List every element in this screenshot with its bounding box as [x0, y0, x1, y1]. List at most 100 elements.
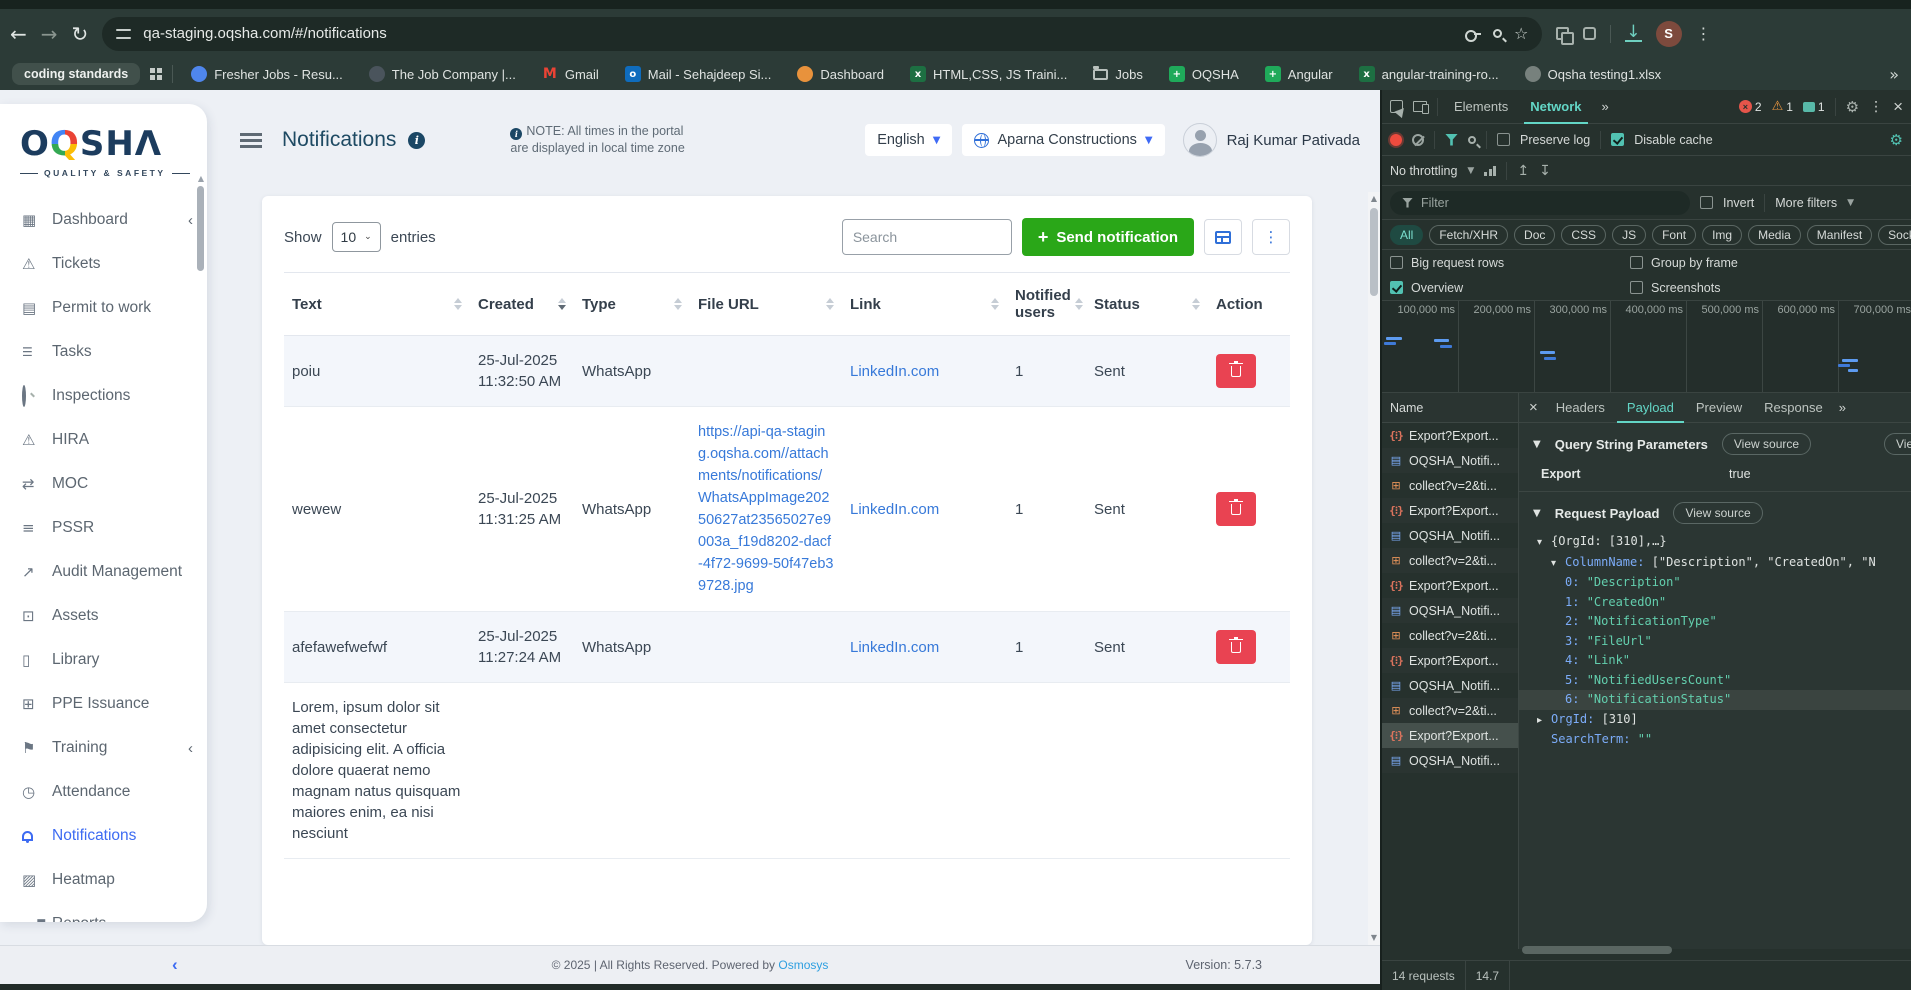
downloads-icon[interactable]: ↓ — [1625, 25, 1641, 42]
scroll-up-icon[interactable]: ▲ — [197, 174, 205, 183]
sidebar-item-permit-to-work[interactable]: ▤Permit to work — [0, 286, 207, 330]
invert-checkbox[interactable] — [1700, 196, 1713, 209]
record-icon[interactable] — [1390, 134, 1402, 146]
request-row[interactable]: ▤OQSHA_Notifi... — [1382, 598, 1518, 623]
throttling-select[interactable]: No throttling — [1390, 164, 1457, 178]
request-row[interactable]: {⁝}Export?Export... — [1382, 573, 1518, 598]
clear-icon[interactable] — [1412, 134, 1424, 146]
column-header-status[interactable]: Status — [1086, 273, 1208, 336]
expander-icon[interactable]: ▾ — [1537, 533, 1551, 553]
tree-line[interactable]: 0: "Description" — [1519, 573, 1911, 593]
settings-gear-icon[interactable]: ⚙ — [1846, 98, 1859, 116]
delete-button[interactable] — [1216, 492, 1256, 526]
group-by-frame-checkbox[interactable] — [1630, 256, 1643, 269]
issues-badge[interactable]: 1 — [1803, 100, 1825, 114]
tab-preview[interactable]: Preview — [1686, 393, 1752, 423]
request-row[interactable]: {⁝}Export?Export... — [1382, 498, 1518, 523]
view-url-encoded-button[interactable]: View URL-encoded — [1884, 433, 1911, 455]
filter-chip-socket[interactable]: Socket — [1878, 225, 1911, 245]
delete-button[interactable] — [1216, 630, 1256, 664]
sidebar-item-pssr[interactable]: ≡PSSR — [0, 506, 207, 550]
row-link[interactable]: LinkedIn.com — [850, 639, 939, 656]
more-filters-dropdown[interactable]: More filters — [1775, 196, 1837, 210]
preserve-log-checkbox[interactable] — [1497, 133, 1510, 146]
triangle-down-icon[interactable]: ▼ — [1533, 508, 1541, 519]
filter-chip-font[interactable]: Font — [1652, 225, 1696, 245]
filter-chip-css[interactable]: CSS — [1561, 225, 1606, 245]
column-visibility-button[interactable] — [1204, 219, 1242, 255]
page-scrollbar[interactable]: ▲ ▼ — [1368, 192, 1380, 945]
more-tabs-icon[interactable]: » — [1835, 400, 1850, 415]
close-devtools-icon[interactable]: × — [1893, 97, 1903, 117]
scrollbar-thumb[interactable] — [197, 186, 204, 271]
request-row[interactable]: ▤OQSHA_Notifi... — [1382, 748, 1518, 773]
bookmark-item[interactable]: Oqsha testing1.xlsx — [1517, 66, 1669, 82]
sidebar-item-training[interactable]: ⚑Training‹ — [0, 726, 207, 770]
tree-line[interactable]: 4: "Link" — [1519, 651, 1911, 671]
name-column-header[interactable]: Name — [1382, 393, 1518, 423]
disable-cache-checkbox[interactable] — [1611, 133, 1624, 146]
expander-icon[interactable]: ▸ — [1537, 711, 1551, 731]
sidebar-item-heatmap[interactable]: ▨Heatmap — [0, 858, 207, 902]
scroll-down-icon[interactable]: ▼ — [1368, 931, 1380, 945]
request-row[interactable]: ▤OQSHA_Notifi... — [1382, 523, 1518, 548]
sidebar-item-tickets[interactable]: ⚠Tickets — [0, 242, 207, 286]
hamburger-menu-icon[interactable] — [240, 133, 262, 148]
address-bar[interactable]: qa-staging.oqsha.com/#/notifications ☆ — [102, 17, 1542, 51]
device-toolbar-icon[interactable] — [1413, 101, 1427, 112]
screenshots-checkbox[interactable] — [1630, 281, 1643, 294]
warning-badge[interactable]: ⚠1 — [1772, 99, 1793, 114]
tree-line[interactable]: SearchTerm: "" — [1519, 730, 1911, 750]
column-header-file-url[interactable]: File URL — [690, 273, 842, 336]
browser-menu-icon[interactable]: ⋮ — [1696, 24, 1712, 43]
tab-search-icon[interactable] — [1556, 27, 1569, 40]
user-menu[interactable]: Raj Kumar Pativada — [1183, 123, 1360, 157]
organization-dropdown[interactable]: Aparna Constructions ▼ — [962, 124, 1164, 156]
column-header-created[interactable]: Created — [470, 273, 574, 336]
bookmark-item[interactable]: oMail - Sehajdeep Si... — [617, 66, 780, 82]
sidebar-item-ppe-issuance[interactable]: ⊞PPE Issuance — [0, 682, 207, 726]
tree-line[interactable]: ▾{OrgId: [310],…} — [1519, 532, 1911, 553]
bookmark-item[interactable]: Fresher Jobs - Resu... — [183, 66, 351, 82]
tab-network[interactable]: Network — [1524, 90, 1587, 124]
bookmark-item[interactable]: Dashboard — [789, 66, 892, 82]
tree-line[interactable]: ▾ColumnName: ["Description", "CreatedOn"… — [1519, 553, 1911, 574]
export-har-icon[interactable]: ↧ — [1539, 163, 1551, 179]
expander-icon[interactable]: ▾ — [1551, 554, 1565, 574]
sidebar-item-reports[interactable]: ▂▅▇Reports — [0, 902, 207, 922]
tree-line[interactable]: 1: "CreatedOn" — [1519, 593, 1911, 613]
devtools-horizontal-scrollbar[interactable] — [1522, 946, 1909, 956]
more-tabs-icon[interactable]: » — [1598, 99, 1613, 114]
request-row[interactable]: ⊞collect?v=2&ti... — [1382, 548, 1518, 573]
request-row[interactable]: ⊞collect?v=2&ti... — [1382, 623, 1518, 648]
column-header-text[interactable]: Text — [284, 273, 470, 336]
file-url-link[interactable]: https://api-qa-staging.oqsha.com//attach… — [698, 424, 833, 594]
error-badge[interactable]: ×2 — [1739, 100, 1762, 114]
network-overview-timeline[interactable]: 100,000 ms 200,000 ms 300,000 ms 400,000… — [1382, 300, 1911, 393]
scroll-up-icon[interactable]: ▲ — [1368, 192, 1380, 206]
bookmark-item[interactable]: +Angular — [1257, 66, 1341, 82]
request-row[interactable]: {⁝}Export?Export... — [1382, 648, 1518, 673]
apps-grid-icon[interactable] — [150, 68, 162, 80]
zoom-icon[interactable] — [1493, 29, 1502, 38]
column-header-type[interactable]: Type — [574, 273, 690, 336]
tree-line[interactable]: 5: "NotifiedUsersCount" — [1519, 671, 1911, 691]
view-source-button[interactable]: View source — [1673, 502, 1762, 524]
forward-button[interactable]: → — [41, 22, 58, 46]
search-icon[interactable] — [1468, 136, 1476, 144]
sidebar-item-library[interactable]: ▯Library — [0, 638, 207, 682]
bookmark-item[interactable]: The Job Company |... — [361, 66, 524, 82]
sidebar-item-hira[interactable]: ⚠HIRA — [0, 418, 207, 462]
close-detail-icon[interactable]: × — [1523, 399, 1544, 416]
tab-response[interactable]: Response — [1754, 393, 1833, 423]
sidebar-scrollbar[interactable]: ▲ — [197, 174, 205, 271]
big-request-rows-checkbox[interactable] — [1390, 256, 1403, 269]
network-settings-gear-icon[interactable]: ⚙ — [1890, 131, 1903, 149]
send-notification-button[interactable]: +Send notification — [1022, 218, 1194, 256]
view-source-button[interactable]: View source — [1722, 433, 1811, 455]
request-row[interactable]: ⊞collect?v=2&ti... — [1382, 473, 1518, 498]
bookmark-item[interactable]: Jobs — [1085, 67, 1150, 82]
language-dropdown[interactable]: English ▼ — [865, 124, 952, 156]
search-input[interactable] — [842, 219, 1012, 255]
filter-chip-manifest[interactable]: Manifest — [1807, 225, 1872, 245]
